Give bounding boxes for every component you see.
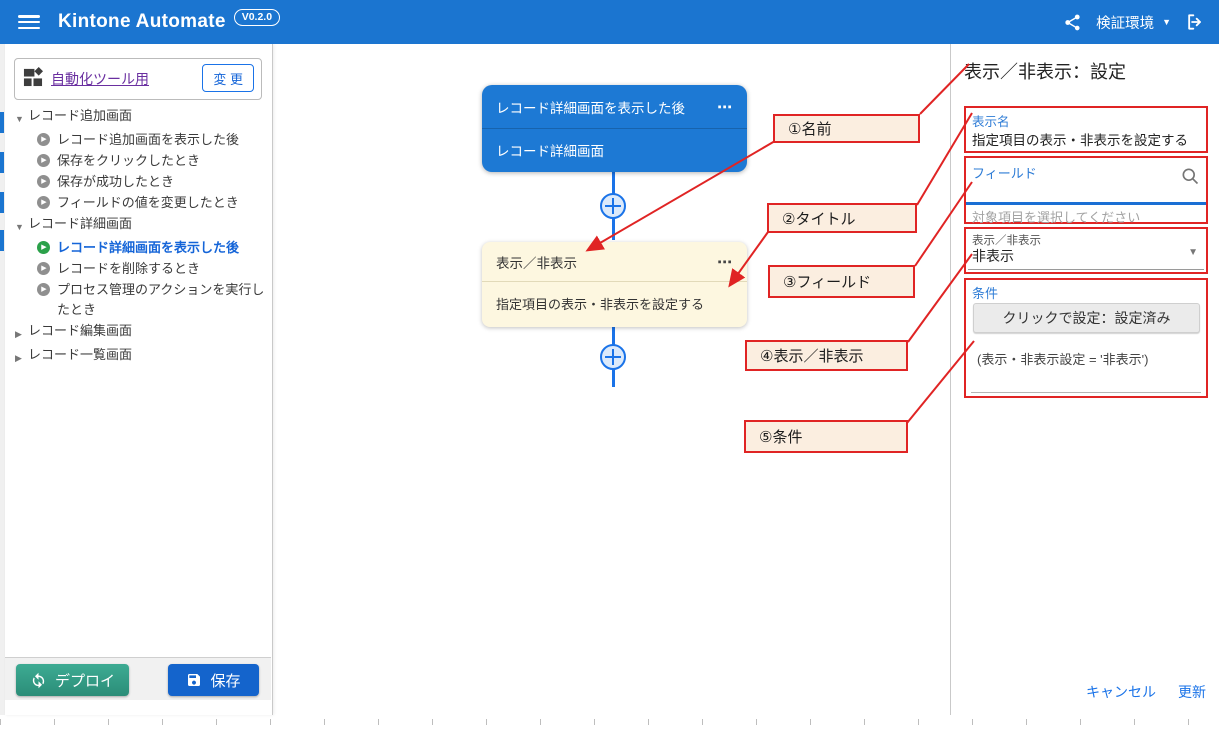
environment-label: 検証環境	[1096, 12, 1154, 33]
sidebar: 自動化ツール用 変 更 ▼ レコード追加画面 ▶ レコード追加画面を表示した後 …	[5, 44, 273, 715]
tree-item[interactable]: ▶ フィールドの値を変更したとき	[13, 193, 269, 213]
app-name-link[interactable]: 自動化ツール用	[51, 69, 149, 89]
play-circle-icon: ▶	[37, 133, 50, 146]
app-selector: 自動化ツール用 変 更	[14, 58, 262, 100]
tree-item[interactable]: ▶ 保存が成功したとき	[13, 172, 269, 192]
condition-section-highlight: 条件 クリックで設定：設定済み (表示・非表示設定 = '非表示')	[964, 278, 1208, 398]
cancel-link[interactable]: キャンセル	[1086, 682, 1156, 702]
deploy-button[interactable]: デプロイ	[16, 664, 129, 696]
name-field-value[interactable]: 指定項目の表示・非表示を設定する	[972, 129, 1188, 149]
environment-dropdown[interactable]: 検証環境 ▼	[1096, 12, 1171, 33]
annotation-field: ③フィールド	[768, 265, 915, 298]
field-input-placeholder[interactable]: 対象項目を選択してください	[972, 207, 1140, 226]
annotation-visibility: ④表示／非表示	[745, 340, 908, 371]
tree-item-selected[interactable]: ▶ レコード詳細画面を表示した後	[13, 238, 269, 258]
node-menu-icon[interactable]: ⋯	[717, 253, 733, 271]
panel-title: 表示／非表示：設定	[964, 58, 1126, 84]
action-node-title: 表示／非表示	[496, 252, 577, 272]
kintone-automate-app: Kintone Automate V0.2.0 検証環境 ▼ 自動化ツール用 変	[0, 0, 1219, 729]
share-icon[interactable]	[1063, 13, 1082, 32]
tree-item-label: レコード詳細画面を表示した後	[57, 238, 239, 258]
visibility-select-value[interactable]: 非表示	[972, 246, 1014, 266]
tree-item-label: 保存をクリックしたとき	[57, 151, 200, 171]
tree-group-record-list[interactable]: ▶ レコード一覧画面	[13, 345, 269, 368]
tree-group-record-edit[interactable]: ▶ レコード編集画面	[13, 321, 269, 344]
change-app-button[interactable]: 変 更	[202, 64, 254, 92]
tree-group-record-add[interactable]: ▼ レコード追加画面	[13, 106, 269, 129]
bottom-ruler-ticks	[0, 719, 1219, 725]
tree-item-label: レコードを削除するとき	[57, 259, 200, 279]
search-icon[interactable]	[1180, 166, 1200, 191]
logout-icon[interactable]	[1185, 12, 1205, 32]
condition-label: 条件	[972, 283, 998, 302]
annotation-title: ②タイトル	[767, 203, 917, 233]
app-header: Kintone Automate V0.2.0 検証環境 ▼	[0, 0, 1219, 44]
select-caret-icon[interactable]: ▼	[1188, 247, 1198, 258]
add-step-button[interactable]	[600, 193, 626, 219]
condition-set-button[interactable]: クリックで設定：設定済み	[973, 303, 1200, 333]
tree-item[interactable]: ▶ 保存をクリックしたとき	[13, 151, 269, 171]
play-circle-icon: ▶	[37, 241, 50, 254]
tree-item-label: 保存が成功したとき	[57, 172, 174, 192]
update-link[interactable]: 更新	[1178, 682, 1206, 702]
annotation-condition: ⑤条件	[744, 420, 908, 453]
trigger-node-title: レコード詳細画面を表示した後	[496, 97, 685, 117]
play-circle-icon: ▶	[37, 283, 50, 296]
trigger-node[interactable]: レコード詳細画面を表示した後 ⋯ レコード詳細画面	[482, 85, 747, 172]
field-input-underline[interactable]	[966, 202, 1206, 205]
play-circle-icon: ▶	[37, 154, 50, 167]
play-circle-icon: ▶	[37, 175, 50, 188]
tree-group-label: レコード一覧画面	[28, 345, 132, 365]
annotation-name: ①名前	[773, 114, 920, 143]
version-badge: V0.2.0	[234, 9, 280, 26]
tree-group-label: レコード編集画面	[28, 321, 132, 341]
chevron-down-icon: ▼	[1162, 17, 1171, 27]
event-tree: ▼ レコード追加画面 ▶ レコード追加画面を表示した後 ▶ 保存をクリックしたと…	[13, 106, 269, 369]
visibility-select-highlight: 表示／非表示 非表示 ▼	[964, 227, 1208, 274]
add-step-button[interactable]	[600, 344, 626, 370]
tree-item[interactable]: ▶ プロセス管理のアクションを実行したとき	[13, 280, 269, 320]
action-node-subtitle: 指定項目の表示・非表示を設定する	[496, 294, 704, 313]
play-circle-icon: ▶	[37, 262, 50, 275]
hamburger-menu-icon[interactable]	[18, 15, 40, 29]
caret-down-icon: ▼	[15, 214, 28, 237]
trigger-node-subtitle: レコード詳細画面	[496, 140, 604, 160]
caret-right-icon: ▶	[15, 321, 28, 344]
tree-item-label: レコード追加画面を表示した後	[57, 130, 239, 150]
visibility-select-underline	[968, 269, 1204, 270]
settings-panel: 表示／非表示：設定 表示名 指定項目の表示・非表示を設定する フィールド 対象項…	[950, 44, 1219, 715]
sync-icon	[30, 672, 47, 689]
name-field-label: 表示名	[972, 111, 1010, 130]
tree-group-label: レコード詳細画面	[28, 214, 132, 234]
app-title: Kintone Automate	[58, 11, 226, 33]
play-circle-icon: ▶	[37, 196, 50, 209]
name-field-highlight: 表示名 指定項目の表示・非表示を設定する	[964, 106, 1208, 153]
condition-summary: (表示・非表示設定 = '非表示')	[977, 349, 1148, 368]
condition-divider	[971, 392, 1201, 393]
action-node-visibility[interactable]: 表示／非表示 ⋯ 指定項目の表示・非表示を設定する	[482, 242, 747, 327]
node-menu-icon[interactable]: ⋯	[717, 98, 733, 116]
tree-item[interactable]: ▶ レコードを削除するとき	[13, 259, 269, 279]
deploy-label: デプロイ	[55, 670, 115, 691]
field-selector-highlight: フィールド 対象項目を選択してください	[964, 156, 1208, 224]
save-button[interactable]: 保存	[168, 664, 259, 696]
tree-item[interactable]: ▶ レコード追加画面を表示した後	[13, 130, 269, 150]
tree-group-label: レコード追加画面	[28, 106, 132, 126]
caret-right-icon: ▶	[15, 345, 28, 368]
save-label: 保存	[210, 670, 240, 691]
sidebar-footer: デプロイ 保存	[5, 657, 271, 700]
tree-item-label: プロセス管理のアクションを実行したとき	[57, 280, 269, 320]
caret-down-icon: ▼	[15, 106, 28, 129]
field-selector-label: フィールド	[972, 163, 1037, 182]
tree-item-label: フィールドの値を変更したとき	[57, 193, 239, 213]
tree-group-record-detail[interactable]: ▼ レコード詳細画面	[13, 214, 269, 237]
save-floppy-icon	[186, 672, 202, 688]
app-blocks-icon	[23, 67, 43, 92]
